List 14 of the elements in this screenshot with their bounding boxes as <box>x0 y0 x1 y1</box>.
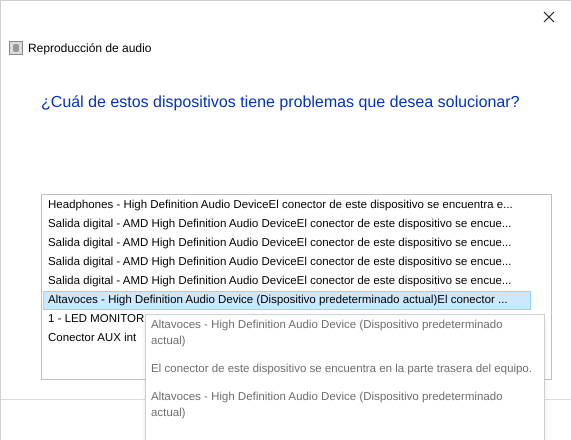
tooltip-text: El conector de este dispositivo se encuentra en la parte trasera del equipo. <box>151 362 534 377</box>
window-title: Reproducción de audio <box>28 40 152 57</box>
tooltip-text: Altavoces - High Definition Audio Device (Dispositivo predeterminado actual) <box>151 318 504 349</box>
device-item[interactable]: Salida digital - AMD High Definition Audio DeviceEl conector de este dispositivo se encue... <box>43 253 516 272</box>
heading: ¿Cuál de estos dispositivos tiene problemas que desea solucionar? <box>40 93 520 113</box>
device-item[interactable]: Conector AUX int <box>43 329 142 348</box>
device-item[interactable]: Salida digital - AMD High Definition Audio DeviceEl conector de este dispositivo se encue... <box>43 234 516 253</box>
device-item[interactable]: Headphones - High Definition Audio DeviceEl conector de este dispositivo se encuentra e... <box>43 196 518 215</box>
device-item[interactable]: Salida digital - AMD High Definition Audio DeviceEl conector de este dispositivo se encue... <box>43 272 516 291</box>
device-item[interactable]: Salida digital - AMD High Definition Audio DeviceEl conector de este dispositivo se encue... <box>43 215 516 234</box>
device-item[interactable]: Altavoces - High Definition Audio Device (Dispositivo predeterminado actual)El conector ... <box>43 291 531 310</box>
device-item[interactable]: 1 - LED MONITOR <box>43 310 150 329</box>
close-icon <box>543 11 555 23</box>
tooltip-text: Altavoces - High Definition Audio Device (Dispositivo predeterminado actual) <box>151 390 504 421</box>
